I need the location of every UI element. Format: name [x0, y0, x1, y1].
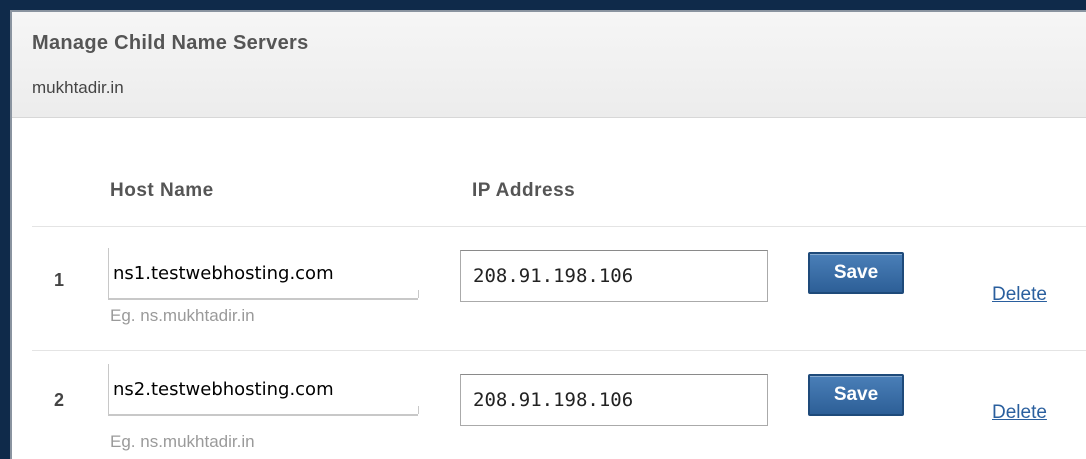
save-button[interactable]: Save — [808, 374, 904, 416]
column-header-host-name: Host Name — [110, 180, 214, 201]
row-number: 1 — [54, 270, 65, 290]
panel-header: Manage Child Name Servers mukhtadir.in — [12, 12, 1086, 118]
delete-link[interactable]: Delete — [992, 284, 1047, 306]
domain-name: mukhtadir.in — [32, 78, 124, 97]
host-name-hint: Eg. ns.mukhtadir.in — [110, 306, 255, 325]
host-name-hint: Eg. ns.mukhtadir.in — [110, 432, 255, 451]
host-name-field — [108, 248, 419, 300]
delete-link[interactable]: Delete — [992, 402, 1047, 424]
ip-address-input[interactable] — [460, 374, 768, 426]
ip-address-input[interactable] — [460, 250, 768, 302]
name-server-row-2: 2 Eg. ns.mukhtadir.in Save Delete — [12, 350, 1086, 459]
child-name-servers-panel: Manage Child Name Servers mukhtadir.in H… — [10, 10, 1086, 459]
column-header-ip-address: IP Address — [472, 180, 576, 201]
name-server-row-1: 1 Eg. ns.mukhtadir.in Save Delete — [12, 226, 1086, 346]
row-number: 2 — [54, 390, 65, 410]
host-name-field — [108, 364, 419, 416]
host-name-input[interactable] — [113, 374, 413, 404]
save-button[interactable]: Save — [808, 252, 904, 294]
host-name-input[interactable] — [113, 258, 413, 288]
page-title: Manage Child Name Servers — [32, 32, 309, 54]
